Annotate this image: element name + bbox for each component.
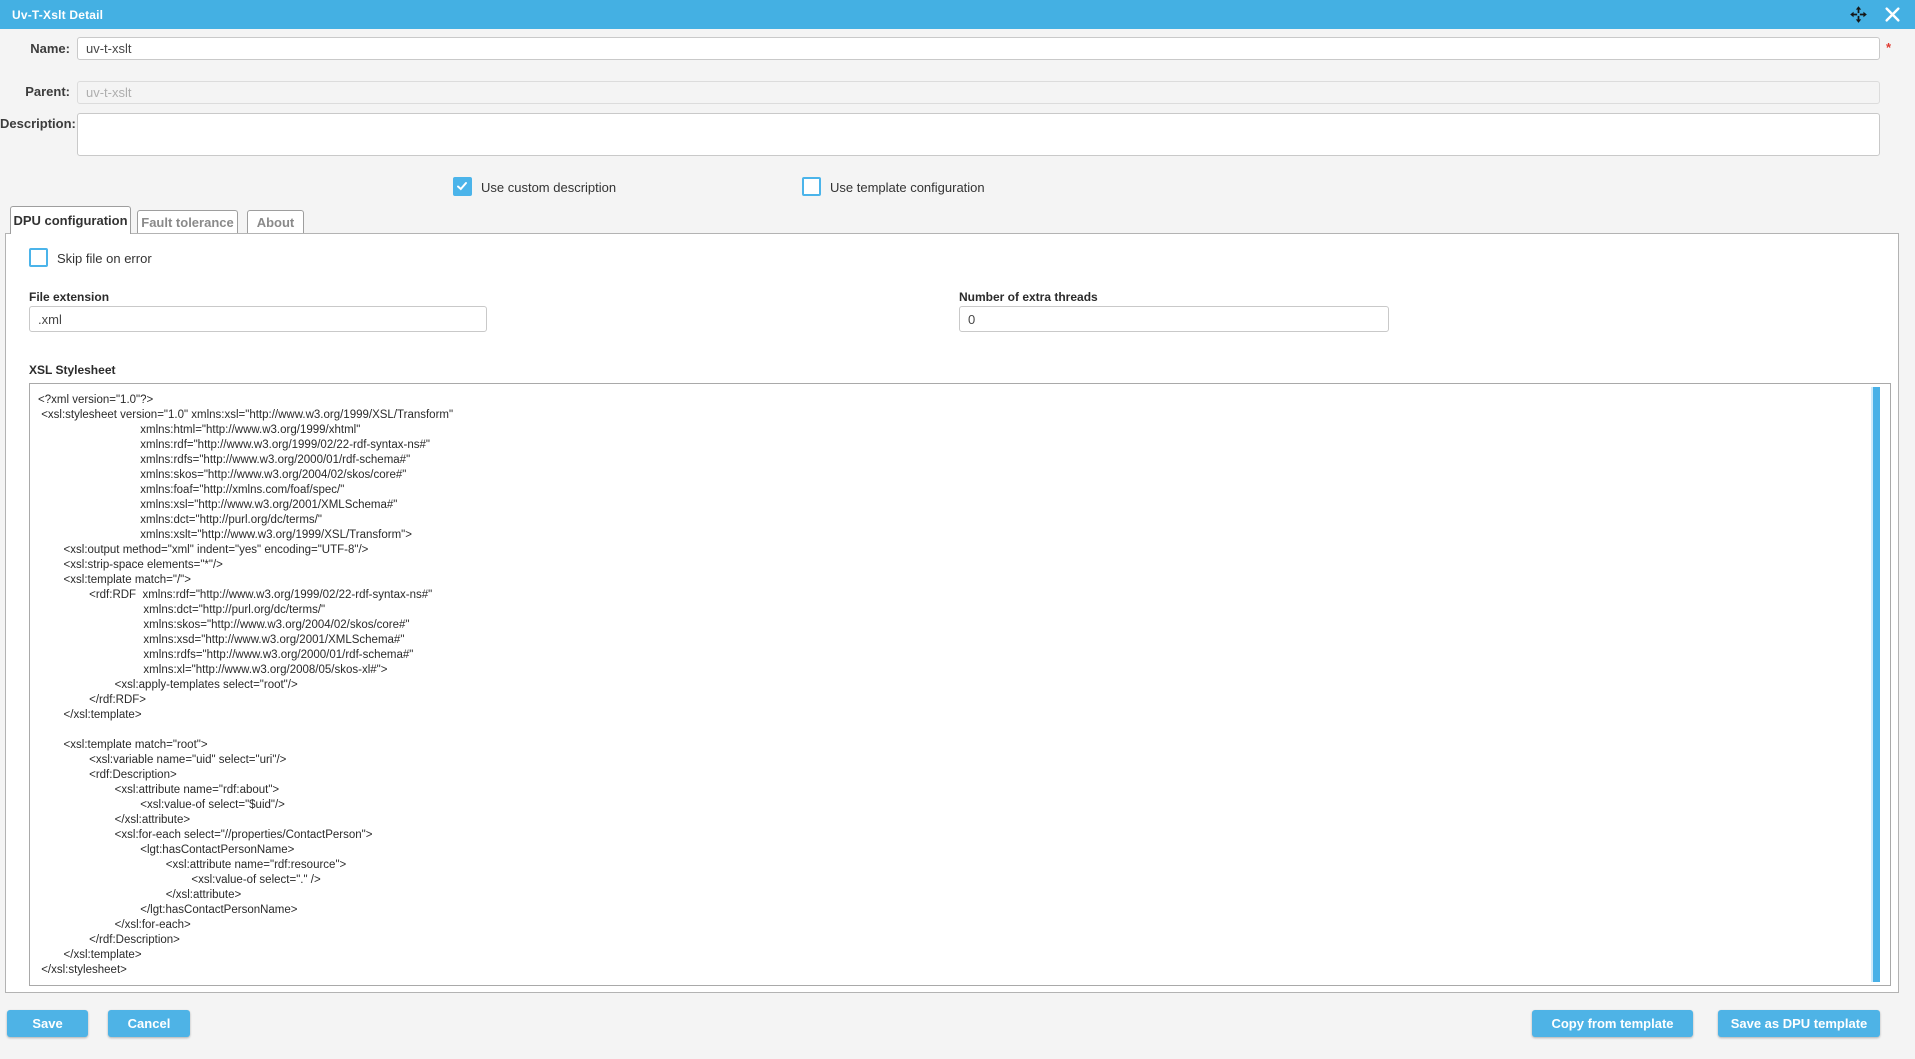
file-extension-label: File extension: [29, 290, 109, 304]
use-template-configuration-label: Use template configuration: [830, 180, 985, 195]
close-icon[interactable]: [1884, 6, 1901, 23]
dialog-titlebar: Uv-T-Xslt Detail: [0, 0, 1915, 29]
use-template-configuration-checkbox[interactable]: [802, 177, 821, 196]
scrollbar-thumb[interactable]: [1873, 387, 1880, 982]
tab-about[interactable]: About: [247, 210, 304, 233]
dialog-title: Uv-T-Xslt Detail: [12, 8, 103, 22]
name-input[interactable]: [77, 37, 1880, 60]
description-label: Description:: [0, 116, 70, 131]
extra-threads-input[interactable]: [959, 306, 1389, 332]
copy-from-template-button[interactable]: Copy from template: [1532, 1010, 1693, 1037]
parent-input: [77, 81, 1880, 104]
extra-threads-label: Number of extra threads: [959, 290, 1098, 304]
skip-file-on-error-label: Skip file on error: [57, 251, 152, 266]
xsl-stylesheet-code[interactable]: <?xml version="1.0"?> <xsl:stylesheet ve…: [30, 384, 1890, 978]
cancel-button[interactable]: Cancel: [108, 1010, 190, 1037]
description-input[interactable]: [77, 113, 1880, 156]
move-icon[interactable]: [1849, 5, 1868, 24]
file-extension-input[interactable]: [29, 306, 487, 332]
parent-label: Parent:: [0, 84, 70, 99]
dpu-configuration-panel: Skip file on error File extension Number…: [5, 233, 1899, 993]
xsl-stylesheet-editor[interactable]: <?xml version="1.0"?> <xsl:stylesheet ve…: [29, 383, 1891, 986]
skip-file-on-error-checkbox[interactable]: [29, 248, 48, 267]
tab-dpu-configuration[interactable]: DPU configuration: [10, 206, 131, 234]
use-custom-description-checkbox[interactable]: [453, 177, 472, 196]
save-button[interactable]: Save: [7, 1010, 88, 1037]
use-custom-description-label: Use custom description: [481, 180, 616, 195]
name-label: Name:: [0, 41, 70, 56]
xsl-stylesheet-label: XSL Stylesheet: [29, 363, 115, 377]
save-as-dpu-template-button[interactable]: Save as DPU template: [1718, 1010, 1880, 1037]
required-asterisk: *: [1886, 40, 1891, 55]
dpu-detail-dialog: Uv-T-Xslt Detail Name: * Parent: Descrip…: [0, 0, 1915, 1059]
tab-fault-tolerance[interactable]: Fault tolerance: [137, 210, 238, 233]
